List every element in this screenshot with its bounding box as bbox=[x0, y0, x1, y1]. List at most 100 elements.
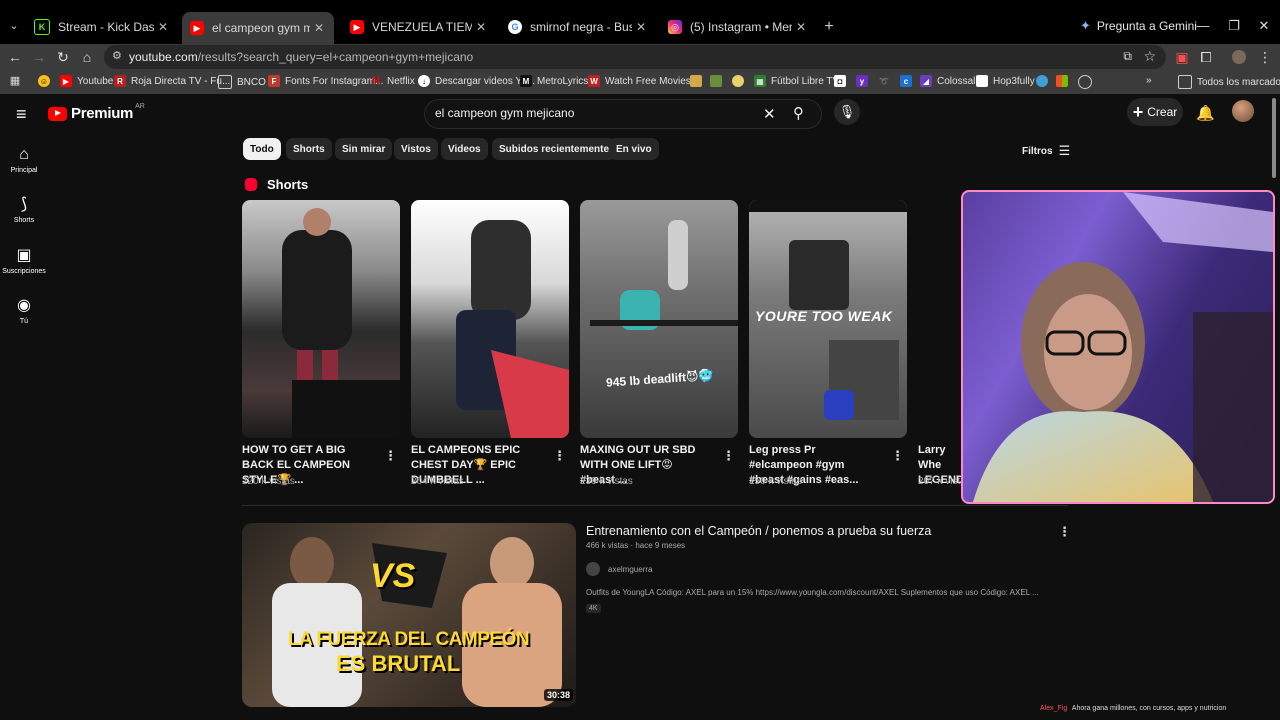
ticker-username: Alex_Fig bbox=[1040, 705, 1068, 712]
bookmark-bnco[interactable]: BNCO bbox=[218, 75, 266, 89]
video-title[interactable]: Entrenamiento con el Campeón / ponemos a… bbox=[586, 524, 931, 538]
account-avatar[interactable] bbox=[1232, 100, 1254, 122]
channel-link[interactable]: axelmguerra bbox=[586, 562, 652, 576]
chip-vistos[interactable]: Vistos bbox=[394, 138, 438, 160]
sidebar-item-home[interactable]: ⌂ Principal bbox=[0, 146, 48, 174]
browser-menu-icon[interactable]: ⋮ bbox=[1256, 48, 1274, 66]
bookmark-unnamed-6[interactable]: ➰ bbox=[878, 75, 895, 87]
bookmark-hop3fully[interactable]: Hop3fully bbox=[976, 75, 1035, 87]
sidebar-item-shorts[interactable]: ⟆ Shorts bbox=[0, 196, 48, 224]
kick-icon: K bbox=[34, 19, 50, 35]
more-vert-icon[interactable]: ⋮ bbox=[891, 448, 904, 464]
bookmark-unnamed-8[interactable] bbox=[1036, 75, 1053, 87]
new-tab-plus-icon[interactable]: + bbox=[820, 18, 838, 36]
sidebar-item-you[interactable]: ◉ Tú bbox=[0, 297, 48, 325]
chip-shorts[interactable]: Shorts bbox=[286, 138, 332, 160]
bookmark-descargar[interactable]: ↓ Descargar videos Yo... bbox=[418, 75, 535, 87]
create-button[interactable]: + Crear bbox=[1127, 98, 1183, 126]
short-thumbnail[interactable] bbox=[242, 200, 400, 438]
extensions-puzzle-icon[interactable]: ⧠ bbox=[1197, 48, 1215, 66]
browser-tab-venezuela[interactable]: ▶ VENEZUELA TIEMBLA: dentro d ✕ bbox=[342, 16, 496, 38]
tab-search-chevron-icon[interactable]: ⌄ bbox=[4, 16, 24, 36]
chip-videos[interactable]: Videos bbox=[441, 138, 488, 160]
bookmark-watch-movies[interactable]: W Watch Free Movies... bbox=[588, 75, 699, 87]
home-icon[interactable]: ⌂ bbox=[78, 48, 96, 66]
forward-arrow-icon[interactable]: → bbox=[30, 48, 48, 66]
close-tab-icon[interactable]: ✕ bbox=[154, 20, 172, 34]
bookmark-netflix[interactable]: N Netflix bbox=[370, 75, 415, 87]
page-scrollbar[interactable] bbox=[1271, 94, 1277, 720]
gemini-button[interactable]: ✦ Pregunta a Gemini bbox=[1080, 18, 1197, 34]
reload-icon[interactable]: ↻ bbox=[54, 48, 72, 66]
youtube-premium-logo[interactable]: Premium AR bbox=[48, 103, 145, 122]
search-box[interactable]: el campeon gym mejicano ✕ ⚲ bbox=[424, 99, 822, 129]
bookmark-unnamed-3[interactable] bbox=[732, 75, 749, 87]
extension-icon[interactable]: ▣ bbox=[1173, 48, 1191, 66]
close-tab-icon[interactable]: ✕ bbox=[472, 20, 490, 34]
bookmark-youtube[interactable]: ▶ Youtube bbox=[60, 75, 113, 87]
search-input[interactable]: el campeon gym mejicano bbox=[435, 106, 574, 120]
short-thumbnail[interactable]: 945 lb deadlift😈🥶 bbox=[580, 200, 738, 438]
search-icon[interactable]: ⚲ bbox=[793, 104, 804, 122]
browser-tab-google[interactable]: G smirnof negra - Buscar con Goo ✕ bbox=[500, 16, 656, 38]
filters-button[interactable]: Filtros ☰ bbox=[1022, 143, 1070, 159]
back-arrow-icon[interactable]: ← bbox=[6, 48, 24, 66]
bookmark-unnamed-5[interactable]: y bbox=[856, 75, 873, 87]
more-vert-icon[interactable]: ⋮ bbox=[722, 448, 735, 464]
short-thumbnail-art bbox=[456, 220, 569, 438]
bookmark-emoji[interactable]: ☺ bbox=[38, 75, 55, 87]
voice-search-mic-icon[interactable]: 🎙 bbox=[834, 99, 860, 125]
chip-todo[interactable]: Todo bbox=[243, 138, 281, 160]
movies-icon: W bbox=[588, 75, 600, 87]
sidebar-item-subscriptions[interactable]: ▣ Suscripciones bbox=[0, 247, 48, 275]
bookmark-unnamed-4[interactable]: ◘ bbox=[834, 75, 851, 87]
bookmarks-overflow[interactable]: » bbox=[1146, 75, 1152, 86]
webcam-overlay bbox=[961, 190, 1275, 504]
close-tab-icon[interactable]: ✕ bbox=[310, 21, 328, 35]
browser-tab-kick[interactable]: K Stream - Kick Dashboard ✕ bbox=[26, 16, 178, 38]
browser-tab-youtube-active[interactable]: ▶ el campeon gym mejicano - YouTube ✕ bbox=[182, 12, 334, 44]
video-thumbnail[interactable]: VS LA FUERZA DEL CAMPEÓN ES BRUTAL 30:38 bbox=[242, 523, 576, 707]
browser-tab-instagram[interactable]: ◎ (5) Instagram • Mensajes ✕ bbox=[660, 16, 816, 38]
bookmark-colossal[interactable]: ◢ Colossal bbox=[920, 75, 975, 87]
section-divider bbox=[242, 505, 1068, 506]
apps-grid-icon[interactable]: ▦ bbox=[6, 72, 24, 90]
country-code: AR bbox=[135, 103, 145, 110]
more-vert-icon[interactable]: ⋮ bbox=[1058, 524, 1071, 540]
bookmark-unnamed-10[interactable] bbox=[1078, 75, 1097, 89]
minimize-icon[interactable]: — bbox=[1193, 18, 1213, 33]
stream-chat-ticker: Alex_Fig Ahora gana millones, con cursos… bbox=[1040, 705, 1226, 712]
bookmark-unnamed-2[interactable] bbox=[710, 75, 727, 87]
google-icon: G bbox=[508, 20, 522, 34]
short-thumbnail[interactable] bbox=[411, 200, 569, 438]
bookmark-unnamed-9[interactable] bbox=[1056, 75, 1073, 87]
bookmark-metrolyrics[interactable]: M MetroLyrics bbox=[520, 75, 588, 87]
profile-avatar[interactable] bbox=[1232, 50, 1246, 64]
chip-sin-mirar[interactable]: Sin mirar bbox=[335, 138, 393, 160]
menu-hamburger-icon[interactable]: ≡ bbox=[16, 105, 34, 123]
address-bar[interactable]: ⚙ youtube.com/results?search_query=el+ca… bbox=[104, 45, 1166, 69]
hop-icon bbox=[976, 75, 988, 87]
scrollbar-thumb[interactable] bbox=[1272, 98, 1276, 178]
bookmark-unnamed-7[interactable]: c bbox=[900, 75, 917, 87]
chip-subidos-recientemente[interactable]: Subidos recientemente bbox=[492, 138, 617, 160]
short-thumbnail[interactable]: YOURE TOO WEAK bbox=[749, 200, 907, 438]
bookmark-futbol-libre[interactable]: ▦ Fútbol Libre TV bbox=[754, 75, 839, 87]
chip-en-vivo[interactable]: En vivo bbox=[609, 138, 659, 160]
clear-search-icon[interactable]: ✕ bbox=[763, 105, 776, 123]
more-vert-icon[interactable]: ⋮ bbox=[384, 448, 397, 464]
install-app-icon[interactable]: ⧉ bbox=[1123, 49, 1132, 64]
restore-icon[interactable]: ❐ bbox=[1224, 18, 1244, 34]
bookmark-unnamed-1[interactable] bbox=[690, 75, 707, 87]
site-info-icon[interactable]: ⚙ bbox=[112, 49, 122, 62]
more-vert-icon[interactable]: ⋮ bbox=[553, 448, 566, 464]
bookmark-all[interactable]: Todos los marcadores bbox=[1178, 75, 1280, 89]
tab-title: (5) Instagram • Mensajes bbox=[690, 20, 792, 34]
bookmark-star-icon[interactable]: ☆ bbox=[1143, 48, 1156, 65]
bookmark-roja-directa[interactable]: R Roja Directa TV - Fu... bbox=[114, 75, 230, 87]
close-tab-icon[interactable]: ✕ bbox=[792, 20, 810, 34]
bookmark-fonts[interactable]: F Fonts For Instagram... bbox=[268, 75, 383, 87]
close-tab-icon[interactable]: ✕ bbox=[632, 20, 650, 34]
close-window-icon[interactable]: ✕ bbox=[1254, 18, 1274, 34]
notifications-bell-icon[interactable]: 🔔 bbox=[1196, 104, 1215, 122]
